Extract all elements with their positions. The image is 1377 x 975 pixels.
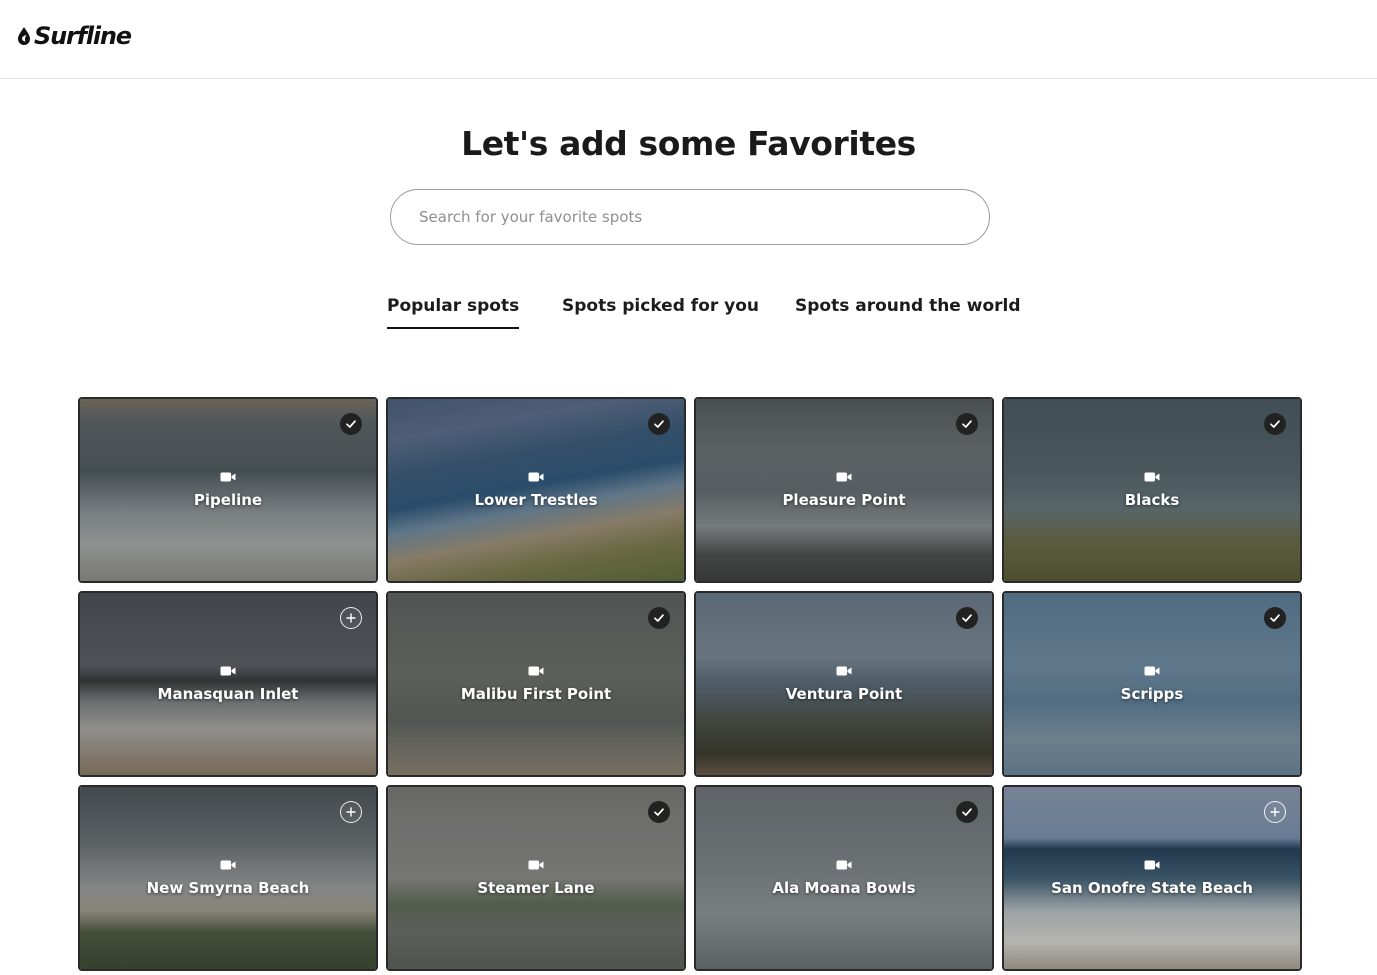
favorited-check-button[interactable]	[340, 413, 362, 435]
favorited-check-button[interactable]	[648, 801, 670, 823]
spot-card[interactable]: Pleasure Point	[694, 397, 994, 583]
surfline-logo[interactable]: Surfline	[16, 22, 132, 50]
spot-card[interactable]: Ala Moana Bowls	[694, 785, 994, 971]
spot-name: Manasquan Inlet	[157, 685, 299, 703]
favorited-check-button[interactable]	[1264, 413, 1286, 435]
spot-card[interactable]: Pipeline	[78, 397, 378, 583]
plus-icon	[346, 613, 356, 623]
spot-name: Blacks	[1124, 491, 1180, 509]
favorited-check-button[interactable]	[956, 413, 978, 435]
check-icon	[962, 420, 972, 428]
camera-icon	[220, 860, 236, 870]
favorited-check-button[interactable]	[648, 607, 670, 629]
spot-name: Pleasure Point	[782, 491, 906, 509]
spot-card[interactable]: New Smyrna Beach	[78, 785, 378, 971]
spot-name: Pipeline	[193, 491, 263, 509]
check-icon	[346, 420, 356, 428]
camera-icon	[220, 472, 236, 482]
spot-name: Steamer Lane	[477, 879, 595, 897]
spot-tabs: Popular spots Spots picked for you Spots…	[0, 296, 1377, 332]
spot-card[interactable]: Blacks	[1002, 397, 1302, 583]
logo-text: Surfline	[34, 22, 132, 50]
plus-icon	[1270, 807, 1280, 817]
check-icon	[962, 614, 972, 622]
page-title: Let's add some Favorites	[461, 124, 916, 163]
check-icon	[654, 808, 664, 816]
spot-name: Ventura Point	[785, 685, 903, 703]
check-icon	[654, 614, 664, 622]
favorited-check-button[interactable]	[1264, 607, 1286, 629]
camera-icon	[836, 472, 852, 482]
spot-card[interactable]: Lower Trestles	[386, 397, 686, 583]
spot-name: Scripps	[1120, 685, 1184, 703]
check-icon	[962, 808, 972, 816]
camera-icon	[1144, 860, 1160, 870]
camera-icon	[528, 666, 544, 676]
camera-icon	[528, 472, 544, 482]
plus-icon	[346, 807, 356, 817]
camera-icon	[1144, 666, 1160, 676]
add-favorite-button[interactable]	[340, 801, 362, 823]
camera-icon	[220, 666, 236, 676]
camera-icon	[836, 666, 852, 676]
top-bar: Surfline	[0, 0, 1377, 79]
camera-icon	[836, 860, 852, 870]
tab-spots-around-the-world[interactable]: Spots around the world	[795, 296, 1021, 329]
camera-icon	[528, 860, 544, 870]
spot-name: New Smyrna Beach	[146, 879, 310, 897]
search-input[interactable]	[390, 189, 990, 245]
spot-grid: Pipeline Lower Trestles Pleasure Point Blac…	[78, 397, 1302, 971]
tab-spots-picked-for-you[interactable]: Spots picked for you	[562, 296, 759, 329]
spot-card[interactable]: Steamer Lane	[386, 785, 686, 971]
favorited-check-button[interactable]	[648, 413, 670, 435]
spot-name: Lower Trestles	[474, 491, 598, 509]
drop-icon	[18, 27, 30, 45]
camera-icon	[1144, 472, 1160, 482]
tab-popular-spots[interactable]: Popular spots	[387, 296, 520, 329]
add-favorite-button[interactable]	[340, 607, 362, 629]
check-icon	[654, 420, 664, 428]
spot-card[interactable]: Malibu First Point	[386, 591, 686, 777]
spot-card[interactable]: Manasquan Inlet	[78, 591, 378, 777]
spot-card[interactable]: Ventura Point	[694, 591, 994, 777]
favorited-check-button[interactable]	[956, 801, 978, 823]
add-favorite-button[interactable]	[1264, 801, 1286, 823]
spot-name: Malibu First Point	[460, 685, 612, 703]
spot-card[interactable]: Scripps	[1002, 591, 1302, 777]
favorited-check-button[interactable]	[956, 607, 978, 629]
check-icon	[1270, 614, 1280, 622]
check-icon	[1270, 420, 1280, 428]
spot-name: San Onofre State Beach	[1051, 879, 1253, 897]
spot-name: Ala Moana Bowls	[772, 879, 916, 897]
spot-card[interactable]: San Onofre State Beach	[1002, 785, 1302, 971]
